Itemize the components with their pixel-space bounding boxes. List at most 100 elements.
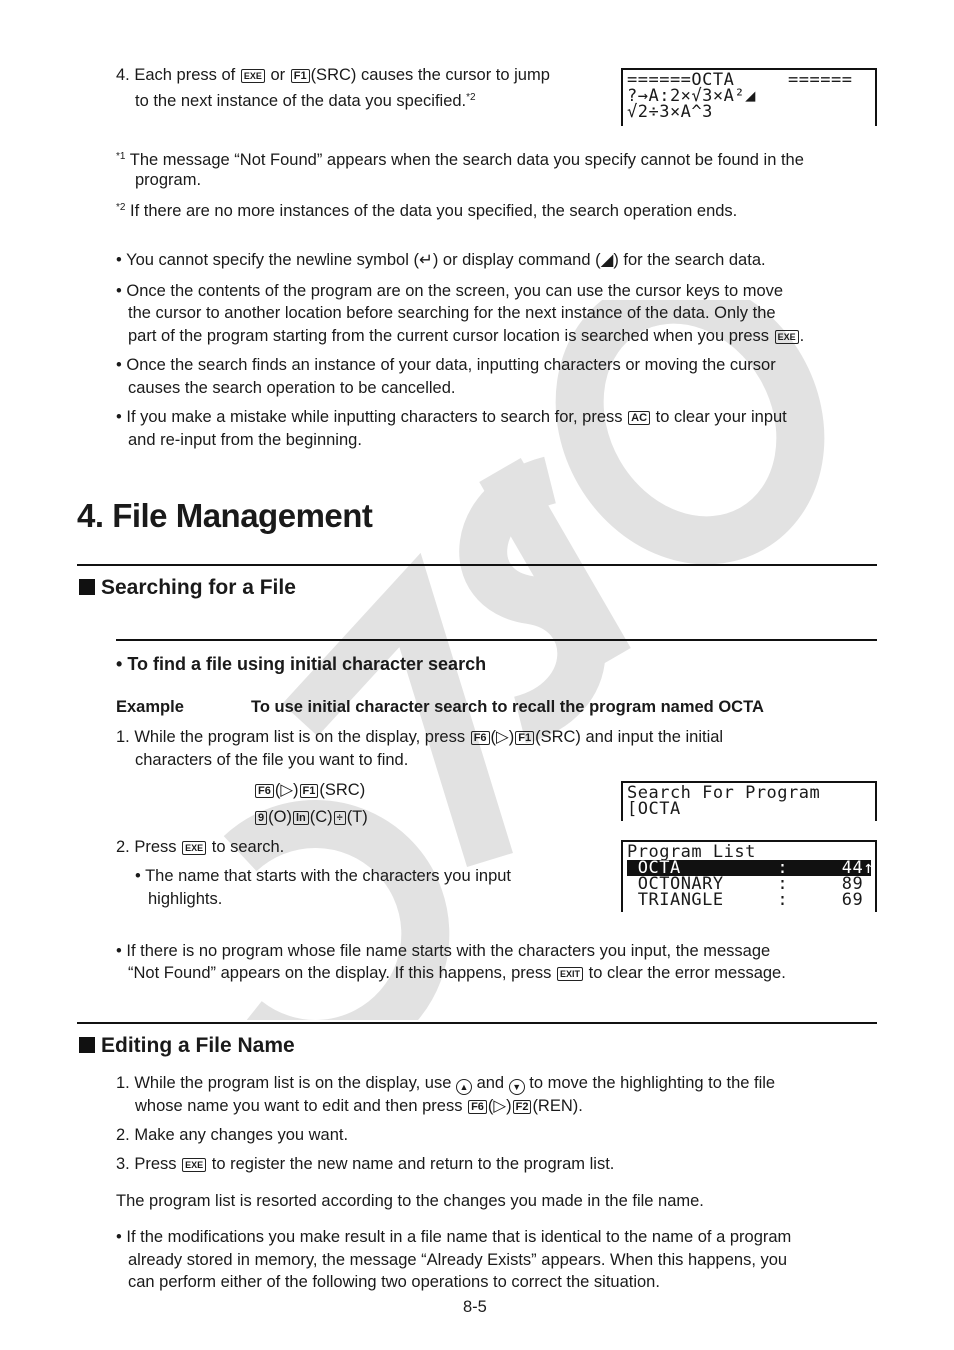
- f1-key-icon: F1: [515, 731, 535, 745]
- resort-paragraph: The program list is resorted according t…: [116, 1192, 704, 1210]
- step-text: Press: [134, 838, 177, 856]
- bullet-cancel-line-2: causes the search operation to be cancel…: [128, 379, 456, 397]
- note-text: If there is no program whose file name s…: [126, 942, 771, 960]
- step-text: The name that starts with the characters…: [145, 867, 512, 885]
- bullet-cursor: • Once the contents of the program are o…: [116, 282, 784, 300]
- calculator-screen-program-search: ======OCTA ====== ?→A:2×√3×A²◢ √2÷3×A^3: [621, 68, 877, 126]
- bullet-text: ) or display command (: [432, 251, 601, 269]
- ln-key-icon: ln: [292, 811, 309, 825]
- ac-key-icon: AC: [628, 411, 651, 425]
- program-size: 69: [841, 890, 864, 910]
- bullet-text: part of the program starting from the cu…: [128, 327, 770, 345]
- edit-step-1: 1. While the program list is on the disp…: [116, 1072, 775, 1095]
- heading-editing-a-file-name: Editing a File Name: [79, 1034, 295, 1058]
- nine-key-icon: 9: [255, 811, 268, 825]
- search-step-2-sub-line-2: highlights.: [148, 890, 223, 908]
- step-text: whose name you want to edit and then pre…: [135, 1097, 463, 1115]
- exe-key-icon: EXE: [774, 330, 799, 344]
- calculator-screen-program-list: Program List OCTA : 44↑ OCTONARY : 89 TR…: [621, 840, 877, 912]
- calculator-screen-search-for-program: Search For Program [OCTA: [621, 781, 877, 821]
- program-name: TRIANGLE: [637, 890, 724, 910]
- already-exists-bullet-line-2: already stored in memory, the message “A…: [128, 1251, 788, 1269]
- f6-key-icon: F6: [255, 784, 274, 798]
- section-divider: [77, 1022, 877, 1024]
- step-number: 1.: [116, 728, 130, 746]
- exe-key-icon: EXE: [182, 1158, 207, 1172]
- f6-key-icon: F6: [468, 1100, 487, 1114]
- bullet-text: Once the contents of the program are on …: [126, 282, 784, 300]
- key-label: (O): [268, 808, 292, 826]
- program-list-item: TRIANGLE : 69: [637, 890, 864, 910]
- step-text: to move the highlighting to the file: [529, 1074, 776, 1092]
- f1-key-icon: F1: [299, 784, 319, 798]
- heading-square-icon: [79, 1037, 95, 1053]
- already-exists-bullet-line-3: can perform either of the following two …: [128, 1273, 660, 1291]
- step-number: 3.: [116, 1155, 130, 1173]
- arrow-label: (▷): [487, 1097, 512, 1115]
- f6-key-icon: F6: [470, 731, 490, 745]
- note-text: to clear the error message.: [588, 964, 786, 982]
- footnote-1: *1 The message “Not Found” appears when …: [116, 146, 804, 171]
- bullet-newline: • You cannot specify the newline symbol …: [116, 251, 766, 269]
- key-sequence-1: F6 (▷) F1 (SRC): [254, 779, 365, 801]
- bullet-text: ) for the search data.: [613, 251, 766, 269]
- step-text: Make any changes you want.: [134, 1126, 349, 1144]
- f1-key-icon: F1: [290, 69, 310, 83]
- footnote-text: If there are no more instances of the da…: [130, 202, 738, 220]
- example-label: Example: [116, 698, 184, 716]
- heading-searching-for-a-file: Searching for a File: [79, 576, 296, 600]
- key-label: (SRC): [319, 781, 366, 799]
- step-text: (REN).: [532, 1097, 583, 1115]
- edit-step-2: 2. Make any changes you want.: [116, 1124, 348, 1146]
- up-arrow-key-icon: ▲: [455, 1079, 472, 1095]
- bullet-cursor-line-3: part of the program starting from the cu…: [128, 325, 804, 347]
- footnote-text: The message “Not Found” appears when the…: [129, 151, 804, 169]
- footnote-1-line-2: program.: [135, 171, 202, 189]
- step-text: and: [476, 1074, 505, 1092]
- search-step-1: 1. While the program list is on the disp…: [116, 726, 723, 748]
- bullet-cursor-line-2: the cursor to another location before se…: [128, 304, 776, 322]
- step-4-line-2: to the next instance of the data you spe…: [135, 87, 476, 112]
- arrow-label: (▷): [274, 781, 299, 799]
- search-step-2: 2. Press EXE to search.: [116, 836, 284, 858]
- step-text: to search.: [211, 838, 285, 856]
- bullet-text: You cannot specify the newline symbol (: [126, 251, 419, 269]
- step-text: Each press of: [134, 66, 236, 84]
- subheading-text: To find a file using initial character s…: [127, 654, 487, 674]
- bullet-mistake: • If you make a mistake while inputting …: [116, 408, 787, 426]
- bullet-text: If you make a mistake while inputting ch…: [126, 408, 623, 426]
- footnote-ref: *2: [466, 92, 476, 103]
- heading-square-icon: [79, 579, 95, 595]
- step-number: 4.: [116, 66, 130, 84]
- bullet-cancel: • Once the search finds an instance of y…: [116, 356, 776, 374]
- subsection-divider: [116, 639, 877, 641]
- search-step-2-sub: • The name that starts with the characte…: [135, 867, 512, 885]
- step-text: (SRC) and input the initial: [535, 728, 724, 746]
- step-text: or: [270, 66, 286, 84]
- heading-text: Editing a File Name: [101, 1034, 295, 1057]
- page-number: 8-5: [463, 1298, 487, 1316]
- not-found-note: • If there is no program whose file name…: [116, 942, 771, 960]
- edit-step-3: 3. Press EXE to register the new name an…: [116, 1153, 614, 1175]
- exit-key-icon: EXIT: [557, 967, 584, 981]
- bullet-text: to clear your input: [655, 408, 787, 426]
- display-command-icon: ◢: [600, 251, 614, 269]
- arrow-label: (▷): [490, 728, 515, 746]
- step-text: Press: [134, 1155, 177, 1173]
- step-4-line-1: 4. Each press of EXE or F1 (SRC) causes t…: [116, 64, 550, 86]
- newline-symbol-icon: ↵: [418, 251, 433, 269]
- step-number: 2.: [116, 1126, 130, 1144]
- bullet-text: Once the search finds an instance of you…: [126, 356, 776, 374]
- bullet-text: .: [799, 327, 805, 345]
- footnote-2: *2 If there are no more instances of the…: [116, 197, 737, 222]
- edit-step-1-line-2: whose name you want to edit and then pre…: [135, 1095, 583, 1117]
- section-title: 4. File Management: [77, 497, 373, 534]
- step-text: While the program list is on the display…: [134, 1074, 452, 1092]
- not-found-note-line-2: “Not Found” appears on the display. If t…: [128, 962, 786, 984]
- step-text: to register the new name and return to t…: [211, 1155, 615, 1173]
- key-sequence-2: 9 (O) ln (C) ÷ (T): [254, 806, 368, 828]
- subheading-initial-character-search: • To find a file using initial character…: [116, 654, 487, 674]
- search-step-1-line-2: characters of the file you want to find.: [135, 751, 409, 769]
- step-text: to the next instance of the data you spe…: [135, 92, 467, 110]
- key-label: (C): [309, 808, 333, 826]
